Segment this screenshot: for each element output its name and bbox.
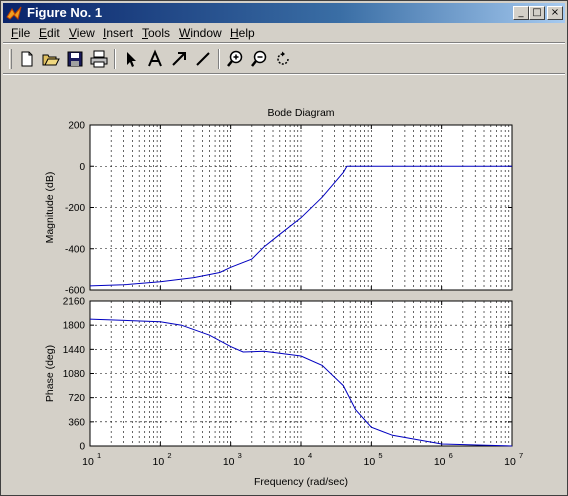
magnitude-ytick-label: -600: [65, 286, 85, 297]
figure-window: Figure No. 1 _ □ × File Edit View Insert…: [0, 0, 568, 496]
magnitude-ylabel: Magnitude (dB): [44, 172, 56, 244]
phase-ytick-label: 1440: [63, 345, 86, 356]
xtick-exponent: 7: [519, 451, 523, 460]
xtick-label: 10: [82, 456, 94, 468]
phase-ytick-label: 1800: [63, 321, 86, 332]
phase-ytick-label: 1080: [63, 369, 86, 380]
bode-plot: 2000-200-400-600Magnitude (dB)2160180014…: [44, 107, 523, 488]
xtick-label: 10: [293, 456, 305, 468]
phase-ytick-label: 360: [68, 417, 85, 428]
xtick-exponent: 4: [308, 451, 312, 460]
xtick-label: 10: [223, 456, 235, 468]
magnitude-ytick-label: -200: [65, 203, 85, 214]
magnitude-ytick-label: -400: [65, 244, 85, 255]
phase-ytick-label: 720: [68, 393, 85, 404]
xtick-label: 10: [363, 456, 375, 468]
xtick-label: 10: [434, 456, 446, 468]
xtick-exponent: 5: [378, 451, 382, 460]
xtick-exponent: 6: [449, 451, 453, 460]
xtick-exponent: 3: [238, 451, 242, 460]
xtick-exponent: 2: [167, 451, 171, 460]
phase-ytick-label: 2160: [63, 297, 86, 308]
xtick-label: 10: [152, 456, 164, 468]
xtick-label: 10: [504, 456, 516, 468]
magnitude-ytick-label: 200: [68, 121, 85, 132]
chart-title: Bode Diagram: [267, 107, 334, 119]
phase-ytick-label: 0: [79, 442, 85, 453]
magnitude-ytick-label: 0: [79, 162, 85, 173]
x-axis-label: Frequency (rad/sec): [254, 476, 348, 488]
phase-ylabel: Phase (deg): [44, 345, 56, 402]
xtick-exponent: 1: [97, 451, 101, 460]
